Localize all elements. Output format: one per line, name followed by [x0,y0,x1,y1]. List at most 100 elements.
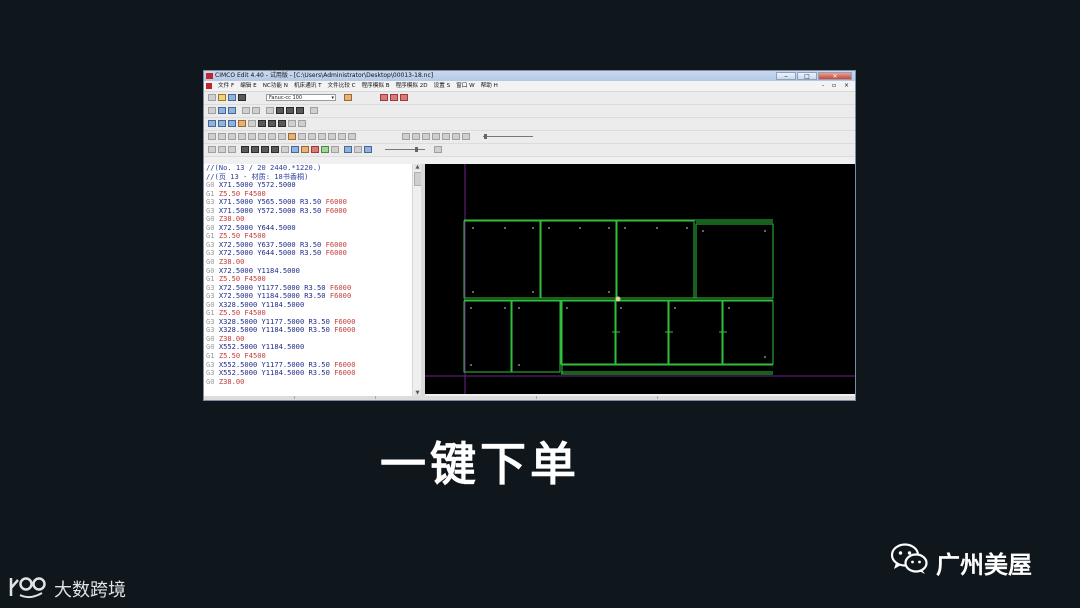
rotate-icon[interactable] [288,120,296,127]
table-icon[interactable] [291,146,299,153]
menu-item[interactable]: 设置 S [434,83,451,89]
rewind-icon[interactable] [402,133,410,140]
playback-position-slider[interactable] [385,146,426,153]
view-12-icon[interactable] [318,133,326,140]
view-14-icon[interactable] [338,133,346,140]
pan-icon[interactable] [281,146,289,153]
view-6-icon[interactable] [258,133,266,140]
grid-icon[interactable] [208,146,216,153]
menu-item[interactable]: 文件 F [218,83,234,89]
start-sim-icon[interactable] [344,146,352,153]
paste-icon[interactable] [228,107,236,114]
transform-icon[interactable] [268,120,276,127]
maximize-button[interactable]: □ [797,72,817,80]
renumber-icon[interactable] [208,120,216,127]
remove-numbers-icon[interactable] [218,120,226,127]
simulation-speed-slider[interactable] [483,133,534,140]
open-file-icon[interactable] [218,94,226,101]
menu-item[interactable]: NC功能 N [263,83,288,89]
options-icon[interactable] [228,146,236,153]
step-icon[interactable] [452,133,460,140]
title-bar[interactable]: CIMCO Edit 4.40 - 试用版 - [C:\Users\Admini… [204,71,855,81]
simulation-tools [208,146,444,154]
view-9-icon[interactable] [288,133,296,140]
menu-item[interactable]: 编辑 E [240,83,257,89]
reverse-icon[interactable] [248,120,256,127]
view-3-icon[interactable] [228,133,236,140]
machine-select[interactable]: Fanuc-cc 100 ▾ [266,94,336,101]
scroll-up-icon[interactable]: ▲ [414,164,421,170]
xyz-icon[interactable] [258,120,266,127]
playback-tools [402,133,534,141]
view-10-icon[interactable] [298,133,306,140]
stop-icon[interactable] [432,133,440,140]
mdi-controls[interactable]: - ▫ × [822,81,852,91]
save-all-icon[interactable] [238,94,246,101]
new-file-icon[interactable] [208,94,216,101]
view-icon[interactable] [208,133,216,140]
redo-icon[interactable] [252,107,260,114]
view-13-icon[interactable] [328,133,336,140]
mirror-icon[interactable] [278,120,286,127]
nc-code-editor[interactable]: //(No. 13 / 20 2440.*1220.)//(页 13 - 材质:… [204,164,418,396]
more-icon[interactable] [331,146,339,153]
menu-item[interactable]: 文件比较 C [328,83,356,89]
copy-icon[interactable] [218,107,226,114]
zoom-window-icon[interactable] [271,146,279,153]
export-icon[interactable] [434,146,443,153]
code-line[interactable]: G0 Z38.00 [206,377,355,387]
menu-item[interactable]: 窗口 W [456,83,475,89]
view-2-icon[interactable] [218,133,226,140]
code-token: F6000 [325,205,347,215]
undo-icon[interactable] [242,107,250,114]
menu-item[interactable]: 机床通讯 T [294,83,322,89]
code-lines: //(No. 13 / 20 2440.*1220.)//(页 13 - 材质:… [206,164,355,386]
brand-right-name: 广州美屋 [936,551,1032,579]
backplot-viewport[interactable] [425,164,855,394]
machine-settings-icon[interactable] [344,94,353,101]
close-button[interactable]: ✕ [818,72,852,80]
save-icon[interactable] [228,94,236,101]
tool-a-icon[interactable] [380,94,388,101]
view-8-icon[interactable] [278,133,286,140]
slider-thumb[interactable] [415,147,419,152]
zoom-fit-icon[interactable] [261,146,269,153]
minimize-button[interactable]: ‒ [776,72,796,80]
tool-b-icon[interactable] [390,94,398,101]
fast-forward-icon[interactable] [462,133,470,140]
list-icon[interactable] [218,146,226,153]
step-back-icon[interactable] [412,133,420,140]
cut-icon[interactable] [208,107,216,114]
tool-path-icon[interactable] [301,146,309,153]
replace-icon[interactable] [296,107,304,114]
tool-c-icon[interactable] [400,94,408,101]
slider-thumb[interactable] [484,134,488,139]
zoom-in-icon[interactable] [241,146,249,153]
menu-item[interactable]: 程序模拟 2D [396,83,428,89]
play-icon[interactable] [442,133,450,140]
view-5-icon[interactable] [248,133,256,140]
panel [722,300,774,365]
step-sim-icon[interactable] [364,146,372,153]
find-icon[interactable] [276,107,284,114]
find-next-icon[interactable] [286,107,294,114]
menu-item[interactable]: 程序模拟 B [362,83,390,89]
nc-tools [208,120,308,128]
view-15-icon[interactable] [348,133,356,140]
pause-icon[interactable] [422,133,430,140]
remove-spaces-icon[interactable] [238,120,246,127]
menu-items: 文件 F 编辑 E NC功能 N 机床通讯 T 文件比较 C 程序模拟 B 程序模拟 2D 设… [218,81,504,91]
pause-sim-icon[interactable] [354,146,362,153]
view-11-icon[interactable] [308,133,316,140]
zoom-out-icon[interactable] [251,146,259,153]
view-7-icon[interactable] [268,133,276,140]
goto-icon[interactable] [310,107,318,114]
tool-cursor [615,296,621,302]
menu-item[interactable]: 帮助 H [481,83,498,89]
print-icon[interactable] [266,107,274,114]
measure-icon[interactable] [311,146,319,153]
scale-icon[interactable] [298,120,306,127]
solid-icon[interactable] [321,146,329,153]
insert-spaces-icon[interactable] [228,120,236,127]
view-4-icon[interactable] [238,133,246,140]
